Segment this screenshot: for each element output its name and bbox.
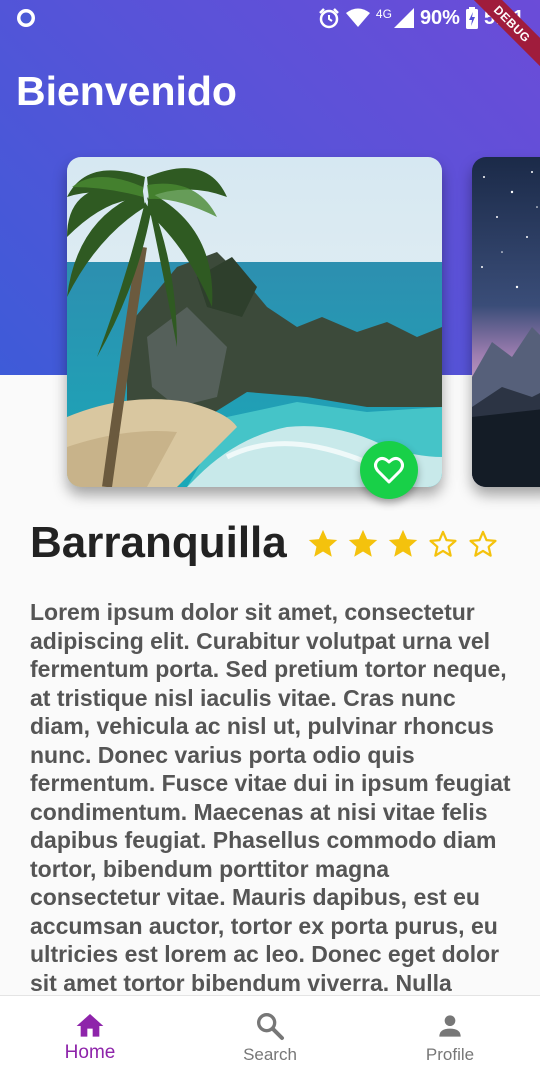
place-image-card[interactable]: [67, 157, 442, 487]
alarm-icon: [319, 8, 339, 29]
search-icon: [257, 1013, 284, 1040]
person-icon: [439, 1015, 461, 1037]
notification-icon: [17, 9, 35, 27]
star-filled-icon: [306, 527, 340, 561]
beach-photo: [67, 157, 442, 487]
signal-icon: [393, 8, 414, 28]
next-place-card[interactable]: [472, 157, 540, 487]
wifi-icon: [345, 8, 370, 27]
home-icon: [76, 1014, 104, 1037]
night-sky-photo: [472, 157, 540, 487]
favorite-button[interactable]: [360, 441, 418, 499]
network-type: 4G: [375, 7, 392, 21]
heart-outline-icon: [374, 456, 404, 484]
star-filled-icon: [346, 527, 380, 561]
nav-label-search: Search: [243, 1045, 297, 1064]
battery-percent: 90%: [419, 6, 460, 29]
star-outline-icon: [466, 527, 500, 561]
star-outline-icon: [426, 527, 460, 561]
nav-item-search[interactable]: Search: [180, 996, 360, 1081]
rating-stars: [306, 527, 500, 561]
star-filled-icon: [386, 527, 420, 561]
status-bar: 4G 90% 5:51: [0, 0, 540, 36]
bottom-navigation: Home Search Profile: [0, 995, 540, 1081]
nav-item-profile[interactable]: Profile: [360, 996, 540, 1081]
nav-label-profile: Profile: [425, 1045, 475, 1064]
battery-charging-icon: [465, 7, 478, 29]
place-name: Barranquilla: [30, 518, 287, 567]
nav-item-home[interactable]: Home: [0, 996, 180, 1081]
place-description: Lorem ipsum dolor sit amet, consectetur …: [30, 599, 511, 994]
page-title: Bienvenido: [16, 68, 237, 114]
nav-label-home: Home: [64, 1042, 116, 1063]
